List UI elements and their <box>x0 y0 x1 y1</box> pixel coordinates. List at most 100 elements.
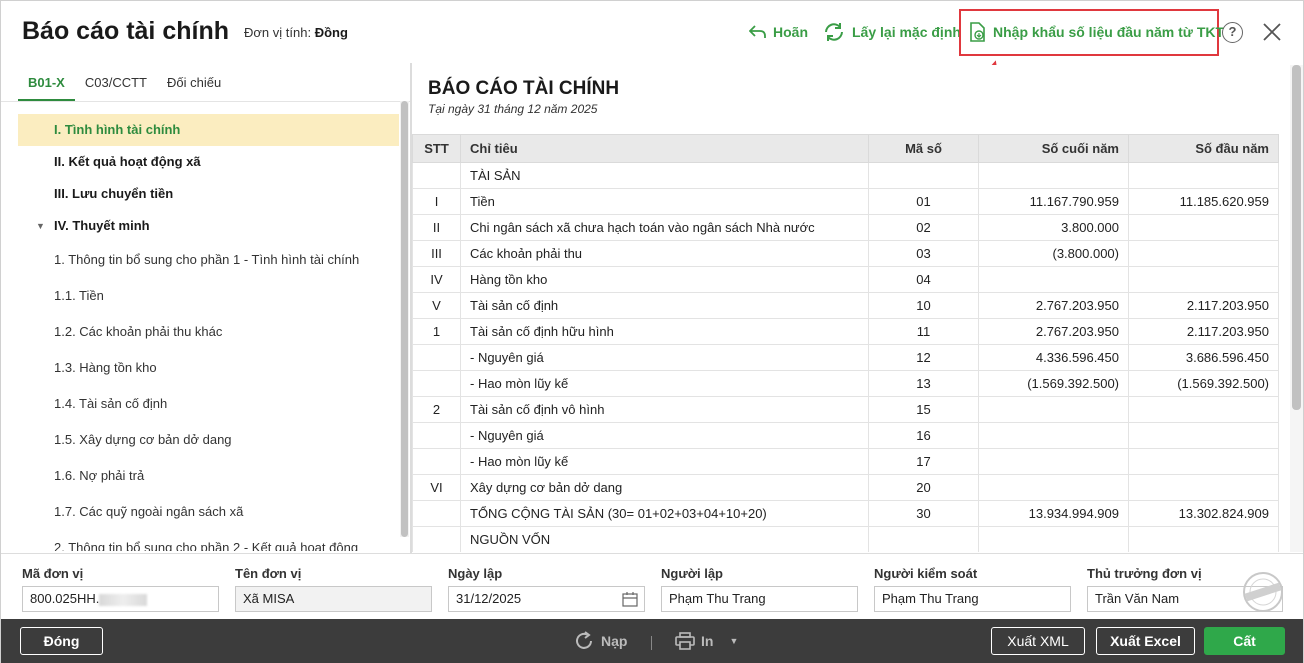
controller-input[interactable]: Phạm Thu Trang <box>874 586 1071 612</box>
cell-stt: V <box>412 292 461 319</box>
table-row[interactable]: I Tiền 01 11.167.790.959 11.185.620.959 <box>412 188 1279 215</box>
tree-scrollbar[interactable] <box>400 101 409 537</box>
cell-stt <box>412 500 461 527</box>
calendar-icon[interactable] <box>622 591 638 607</box>
cell-year-start: 2.117.203.950 <box>1128 292 1279 319</box>
tree-item-note-1-2[interactable]: 1.2. Các khoản phải thu khác <box>18 314 399 350</box>
table-row[interactable]: NGUỒN VỐN <box>412 526 1279 552</box>
preparer-label: Người lập <box>661 566 723 581</box>
report-tabs: B01-X C03/CCTT Đối chiếu <box>18 67 231 101</box>
preparer-field: Người lập Phạm Thu Trang <box>661 566 858 612</box>
refresh-icon <box>825 23 843 41</box>
close-button[interactable]: Đóng <box>20 627 103 655</box>
cell-stt: 2 <box>412 396 461 423</box>
tree-item-cash-flow[interactable]: III. Lưu chuyển tiền <box>18 178 399 210</box>
cell-stt: 1 <box>412 318 461 345</box>
close-icon[interactable] <box>1260 20 1284 44</box>
table-row[interactable]: - Nguyên giá 16 <box>412 422 1279 449</box>
tree-item-note-1[interactable]: 1. Thông tin bổ sung cho phần 1 - Tình h… <box>18 242 399 278</box>
cell-year-start: 13.302.824.909 <box>1128 500 1279 527</box>
tab-c03-cctt[interactable]: C03/CCTT <box>75 67 157 101</box>
tree-item-note-1-5[interactable]: 1.5. Xây dựng cơ bản dở dang <box>18 422 399 458</box>
preparer-input[interactable]: Phạm Thu Trang <box>661 586 858 612</box>
report-table: STT Chỉ tiêu Mã số Số cuối năm Số đầu nă… <box>412 134 1279 552</box>
cell-stt: VI <box>412 474 461 501</box>
table-row[interactable]: - Hao mòn lũy kế 17 <box>412 448 1279 475</box>
table-row[interactable]: 1 Tài sản cố định hữu hình 11 2.767.203.950… <box>412 318 1279 345</box>
cell-stt: IV <box>412 266 461 293</box>
report-date: Tại ngày 31 tháng 12 năm 2025 <box>428 102 598 116</box>
table-row[interactable]: TỔNG CỘNG TÀI SẢN (30= 01+02+03+04+10+20… <box>412 500 1279 527</box>
footer-separator <box>651 636 652 650</box>
tree-item-label: 1.7. Các quỹ ngoài ngân sách xã <box>54 504 244 519</box>
cell-code: 01 <box>868 188 979 215</box>
tree-item-note-1-1[interactable]: 1.1. Tiền <box>18 278 399 314</box>
cell-code: 03 <box>868 240 979 267</box>
help-icon[interactable]: ? <box>1222 22 1243 43</box>
table-row[interactable]: 2 Tài sản cố định vô hình 15 <box>412 396 1279 423</box>
tree-item-label: I. Tình hình tài chính <box>54 122 181 137</box>
tree-item-notes[interactable]: ▼ IV. Thuyết minh <box>18 210 399 242</box>
reload-button[interactable]: Nạp <box>573 627 627 655</box>
tree-item-note-1-3[interactable]: 1.3. Hàng tồn kho <box>18 350 399 386</box>
tab-b01-x[interactable]: B01-X <box>18 67 75 101</box>
cell-stt <box>412 162 461 189</box>
table-row[interactable]: - Hao mòn lũy kế 13 (1.569.392.500) (1.569.… <box>412 370 1279 397</box>
tree-item-label: 1.4. Tài sản cố định <box>54 396 168 411</box>
unit-name-field: Tên đơn vị Xã MISA <box>235 566 432 612</box>
table-row[interactable]: III Các khoản phải thu 03 (3.800.000) <box>412 240 1279 267</box>
table-row[interactable]: TÀI SẢN <box>412 162 1279 189</box>
controller-label: Người kiểm soát <box>874 566 978 581</box>
tree-item-note-2[interactable]: 2. Thông tin bổ sung cho phần 2 - Kết qu… <box>18 530 399 551</box>
report-scrollbar[interactable] <box>1290 65 1303 552</box>
table-row[interactable]: IV Hàng tồn kho 04 <box>412 266 1279 293</box>
cell-indicator: TÀI SẢN <box>460 162 869 189</box>
date-input[interactable]: 31/12/2025 <box>448 586 645 612</box>
tree-item-note-1-7[interactable]: 1.7. Các quỹ ngoài ngân sách xã <box>18 494 399 530</box>
tree-item-label: IV. Thuyết minh <box>54 218 150 233</box>
tab-doi-chieu[interactable]: Đối chiếu <box>157 67 231 101</box>
table-row[interactable]: - Nguyên giá 12 4.336.596.450 3.686.596.450 <box>412 344 1279 371</box>
tree-item-note-1-4[interactable]: 1.4. Tài sản cố định <box>18 386 399 422</box>
save-button[interactable]: Cất <box>1204 627 1285 655</box>
reset-default-button[interactable]: Lấy lại mặc định <box>823 19 961 45</box>
report-title: BÁO CÁO TÀI CHÍNH <box>428 78 620 99</box>
cell-year-start <box>1128 422 1279 449</box>
export-xml-button[interactable]: Xuất XML <box>991 627 1085 655</box>
date-field: Ngày lập 31/12/2025 <box>448 566 645 612</box>
cell-year-start: (1.569.392.500) <box>1128 370 1279 397</box>
table-row[interactable]: V Tài sản cố định 10 2.767.203.950 2.117.203… <box>412 292 1279 319</box>
cell-indicator: NGUỒN VỐN <box>460 526 869 552</box>
caret-down-icon[interactable]: ▼ <box>36 210 45 242</box>
print-label: In <box>701 633 714 649</box>
unit-code-input[interactable]: 800.025HH. <box>22 586 219 612</box>
dialog-footer: Đóng Nạp In ▼ Xuất XML Xuất Excel Cất <box>1 619 1303 663</box>
tree-item-financial-position[interactable]: I. Tình hình tài chính <box>18 114 399 146</box>
cell-year-start <box>1128 214 1279 241</box>
report-scrollbar-thumb[interactable] <box>1292 65 1301 410</box>
col-header-indicator: Chỉ tiêu <box>460 134 869 163</box>
undo-button[interactable]: Hoãn <box>749 19 808 45</box>
cell-indicator: Tài sản cố định vô hình <box>460 396 869 423</box>
col-header-code: Mã số <box>868 134 979 163</box>
tree-item-operating-results[interactable]: II. Kết quả hoạt động xã <box>18 146 399 178</box>
import-opening-balance-button[interactable]: Nhập khẩu số liệu đầu năm từ TKT <box>969 19 1224 45</box>
chevron-down-icon[interactable]: ▼ <box>729 636 738 646</box>
table-row[interactable]: VI Xây dựng cơ bản dở dang 20 <box>412 474 1279 501</box>
tabs-divider <box>1 101 411 102</box>
cell-stt: II <box>412 214 461 241</box>
export-excel-button[interactable]: Xuất Excel <box>1096 627 1195 655</box>
cell-code: 17 <box>868 448 979 475</box>
cell-year-start: 2.117.203.950 <box>1128 318 1279 345</box>
date-label: Ngày lập <box>448 566 503 581</box>
cell-indicator: - Hao mòn lũy kế <box>460 370 869 397</box>
tree-item-note-1-6[interactable]: 1.6. Nợ phải trả <box>18 458 399 494</box>
table-row[interactable]: II Chi ngân sách xã chưa hạch toán vào ng… <box>412 214 1279 241</box>
undo-arrow-icon <box>749 25 766 38</box>
tree-item-label: 1.6. Nợ phải trả <box>54 468 145 483</box>
print-button[interactable]: In ▼ <box>675 627 738 655</box>
tree-scrollbar-thumb[interactable] <box>401 101 408 537</box>
cell-year-start <box>1128 396 1279 423</box>
unit-value: Đồng <box>314 25 348 40</box>
cell-year-end <box>978 266 1129 293</box>
